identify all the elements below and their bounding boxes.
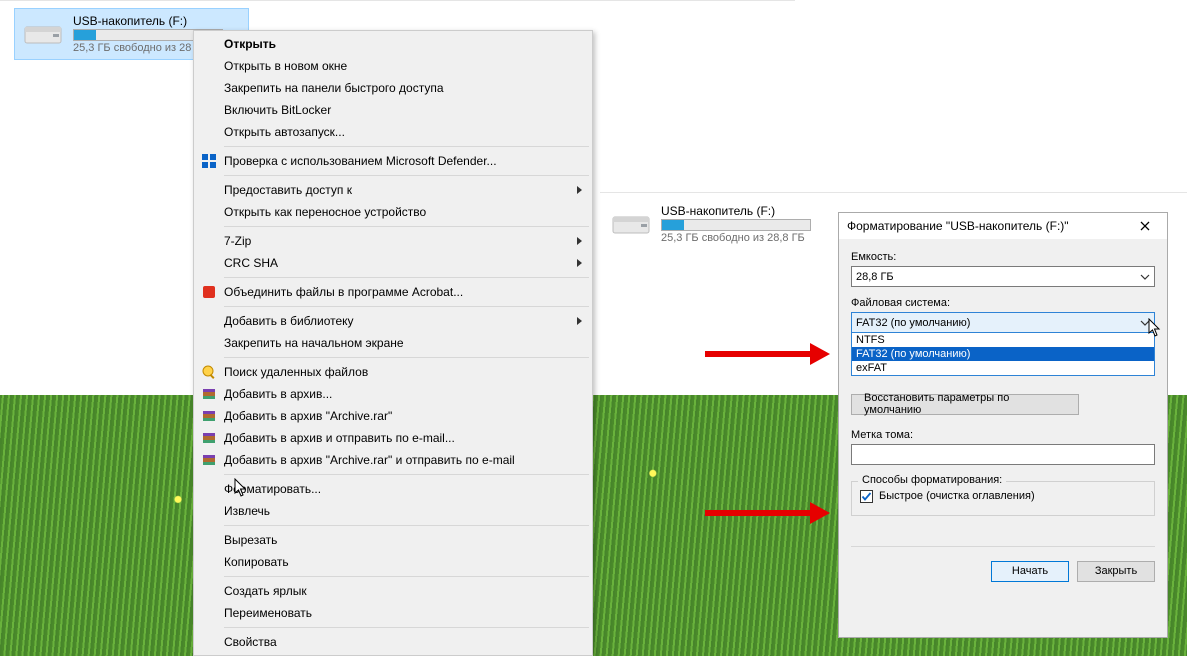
format-dialog: Форматирование "USB-накопитель (F:)" Емк… (838, 212, 1168, 638)
chevron-down-icon (1138, 316, 1152, 330)
start-button[interactable]: Начать (991, 561, 1069, 582)
ctx-separator (224, 146, 589, 147)
drive-free-text: 25,3 ГБ свободно из 28,8 ГБ (661, 232, 811, 244)
ctx-separator (224, 226, 589, 227)
volume-label-label: Метка тома: (851, 429, 1155, 441)
ctx-autoplay[interactable]: Открыть автозапуск... (196, 121, 590, 143)
capacity-label: Емкость: (851, 251, 1155, 263)
ctx-pin-quick-access[interactable]: Закрепить на панели быстрого доступа (196, 77, 590, 99)
capacity-combo[interactable]: 28,8 ГБ (851, 266, 1155, 287)
ctx-open-new-window[interactable]: Открыть в новом окне (196, 55, 590, 77)
submenu-arrow-icon (577, 186, 582, 194)
ctx-properties[interactable]: Свойства (196, 631, 590, 653)
ctx-defender[interactable]: Проверка с использованием Microsoft Defe… (196, 150, 590, 172)
capacity-value: 28,8 ГБ (856, 271, 894, 283)
ctx-pin-start[interactable]: Закрепить на начальном экране (196, 332, 590, 354)
ctx-7zip[interactable]: 7-Zip (196, 230, 590, 252)
close-dialog-button[interactable]: Закрыть (1077, 561, 1155, 582)
submenu-arrow-icon (577, 317, 582, 325)
filesystem-selected: FAT32 (по умолчанию) (856, 317, 970, 329)
drive-name: USB-накопитель (F:) (661, 204, 811, 218)
restore-defaults-button[interactable]: Восстановить параметры по умолчанию (851, 394, 1079, 415)
ctx-add-archive[interactable]: Добавить в архив... (196, 383, 590, 405)
drive-capacity-bar (661, 219, 811, 231)
submenu-arrow-icon (577, 259, 582, 267)
filesystem-dropdown: NTFS FAT32 (по умолчанию) exFAT (851, 332, 1155, 376)
ctx-give-access[interactable]: Предоставить доступ к (196, 179, 590, 201)
winrar-icon (200, 429, 218, 447)
filesystem-label: Файловая система: (851, 297, 1155, 309)
dialog-titlebar[interactable]: Форматирование "USB-накопитель (F:)" (839, 213, 1167, 239)
fs-option-ntfs[interactable]: NTFS (852, 333, 1154, 347)
annotation-arrow-2 (705, 502, 830, 524)
ctx-add-archive-email[interactable]: Добавить в архив и отправить по e-mail..… (196, 427, 590, 449)
format-methods-legend: Способы форматирования: (858, 474, 1006, 486)
dialog-title-text: Форматирование "USB-накопитель (F:)" (847, 219, 1069, 233)
drive-name: USB-накопитель (F:) (73, 14, 223, 28)
ctx-separator (224, 576, 589, 577)
ctx-separator (224, 175, 589, 176)
ctx-crc-sha[interactable]: CRC SHA (196, 252, 590, 274)
acrobat-icon (200, 283, 218, 301)
ctx-acrobat[interactable]: Объединить файлы в программе Acrobat... (196, 281, 590, 303)
quick-format-checkbox[interactable]: Быстрое (очистка оглавления) (860, 490, 1146, 503)
format-methods-group: Способы форматирования: Быстрое (очистка… (851, 481, 1155, 516)
ctx-add-archive-rar-email[interactable]: Добавить в архив "Archive.rar" и отправи… (196, 449, 590, 471)
ctx-bitlocker[interactable]: Включить BitLocker (196, 99, 590, 121)
ctx-copy[interactable]: Копировать (196, 551, 590, 573)
submenu-arrow-icon (577, 237, 582, 245)
filesystem-combo[interactable]: FAT32 (по умолчанию) (851, 312, 1155, 333)
checkbox-checked-icon (860, 490, 873, 503)
ctx-eject[interactable]: Извлечь (196, 500, 590, 522)
ctx-add-archive-rar[interactable]: Добавить в архив "Archive.rar" (196, 405, 590, 427)
drive-text: USB-накопитель (F:) 25,3 ГБ свободно из … (661, 204, 811, 244)
winrar-icon (200, 451, 218, 469)
ctx-open[interactable]: Открыть (196, 33, 590, 55)
ctx-cut[interactable]: Вырезать (196, 529, 590, 551)
ctx-separator (224, 277, 589, 278)
context-menu: Открыть Открыть в новом окне Закрепить н… (193, 30, 593, 656)
usb-drive-icon (611, 209, 651, 239)
close-icon (1140, 221, 1150, 231)
ctx-separator (224, 474, 589, 475)
close-button[interactable] (1127, 215, 1163, 237)
quick-format-label: Быстрое (очистка оглавления) (879, 490, 1035, 502)
defender-icon (200, 152, 218, 170)
fs-option-exfat[interactable]: exFAT (852, 361, 1154, 375)
ctx-portable-device[interactable]: Открыть как переносное устройство (196, 201, 590, 223)
search-deleted-icon (200, 363, 218, 381)
ctx-search-deleted[interactable]: Поиск удаленных файлов (196, 361, 590, 383)
annotation-arrow-1 (705, 343, 830, 365)
ctx-rename[interactable]: Переименовать (196, 602, 590, 624)
winrar-icon (200, 385, 218, 403)
volume-label-input[interactable] (851, 444, 1155, 465)
drive-tile-right[interactable]: USB-накопитель (F:) 25,3 ГБ свободно из … (603, 198, 838, 250)
ctx-add-library[interactable]: Добавить в библиотеку (196, 310, 590, 332)
chevron-down-icon (1138, 270, 1152, 284)
ctx-separator (224, 306, 589, 307)
ctx-separator (224, 525, 589, 526)
winrar-icon (200, 407, 218, 425)
ctx-format[interactable]: Форматировать... (196, 478, 590, 500)
ctx-separator (224, 627, 589, 628)
ctx-create-shortcut[interactable]: Создать ярлык (196, 580, 590, 602)
ctx-separator (224, 357, 589, 358)
fs-option-fat32[interactable]: FAT32 (по умолчанию) (852, 347, 1154, 361)
usb-drive-icon (23, 19, 63, 49)
